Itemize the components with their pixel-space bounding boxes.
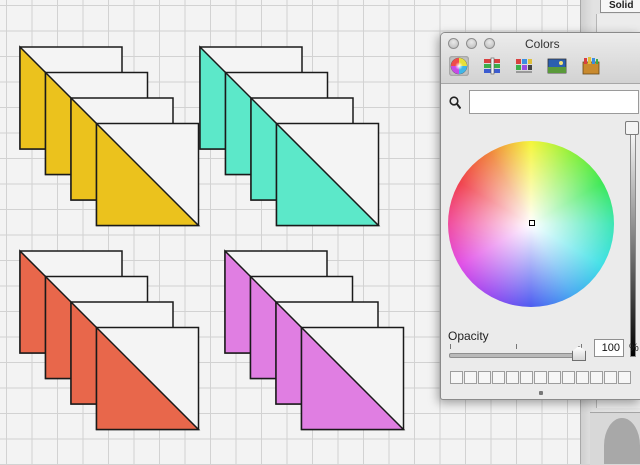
swatch-cell[interactable] xyxy=(590,371,603,384)
half-square-triangle-block[interactable] xyxy=(275,121,381,227)
fill-drop-icon[interactable] xyxy=(604,418,640,464)
half-square-triangle-block[interactable] xyxy=(95,325,201,431)
color-sliders-tool-icon[interactable] xyxy=(482,56,502,76)
swatch-cell[interactable] xyxy=(548,371,561,384)
color-search-input[interactable] xyxy=(469,90,639,114)
window-title: Colors xyxy=(525,37,560,51)
search-icon xyxy=(449,96,462,110)
swatch-cell[interactable] xyxy=(492,371,505,384)
swatch-cell[interactable] xyxy=(604,371,617,384)
block-group-turquoise[interactable] xyxy=(199,45,381,227)
color-palettes-tool-icon[interactable] xyxy=(514,56,534,76)
color-wheel-selector[interactable] xyxy=(529,220,535,226)
swatch-cell[interactable] xyxy=(576,371,589,384)
block-group-orchid[interactable] xyxy=(224,249,406,431)
half-square-triangle-block[interactable] xyxy=(95,121,201,227)
swatch-cell[interactable] xyxy=(562,371,575,384)
opacity-tick xyxy=(516,344,517,349)
colors-window: Colors Opacity 100 % xyxy=(440,32,640,400)
swatch-cell[interactable] xyxy=(450,371,463,384)
swatch-tray[interactable] xyxy=(450,371,640,387)
opacity-unit: % xyxy=(629,342,639,354)
close-button[interactable] xyxy=(448,38,459,49)
opacity-tick xyxy=(450,344,451,349)
block-group-coral[interactable] xyxy=(19,249,201,431)
swatch-cell[interactable] xyxy=(520,371,533,384)
opacity-value-field[interactable]: 100 xyxy=(594,339,624,357)
image-palettes-tool-icon[interactable] xyxy=(547,56,567,76)
swatch-cell[interactable] xyxy=(618,371,631,384)
swatch-cell[interactable] xyxy=(506,371,519,384)
brightness-slider-track[interactable] xyxy=(630,125,636,357)
block-group-yellow[interactable] xyxy=(19,45,201,227)
swatch-cell[interactable] xyxy=(478,371,491,384)
opacity-label: Opacity xyxy=(448,329,489,343)
opacity-slider-thumb[interactable] xyxy=(572,346,586,361)
minimize-button[interactable] xyxy=(466,38,477,49)
titlebar[interactable]: Colors xyxy=(441,33,640,84)
brightness-slider-thumb[interactable] xyxy=(625,121,639,135)
zoom-button[interactable] xyxy=(484,38,495,49)
half-square-triangle-block[interactable] xyxy=(300,325,406,431)
color-wheel-tool-icon[interactable] xyxy=(449,56,469,76)
tray-resize-handle[interactable] xyxy=(539,391,543,395)
solid-tab[interactable]: Solid xyxy=(600,0,640,13)
swatch-cell[interactable] xyxy=(464,371,477,384)
opacity-slider-track[interactable] xyxy=(449,353,583,358)
crayons-tool-icon[interactable] xyxy=(581,56,601,76)
swatch-cell[interactable] xyxy=(534,371,547,384)
